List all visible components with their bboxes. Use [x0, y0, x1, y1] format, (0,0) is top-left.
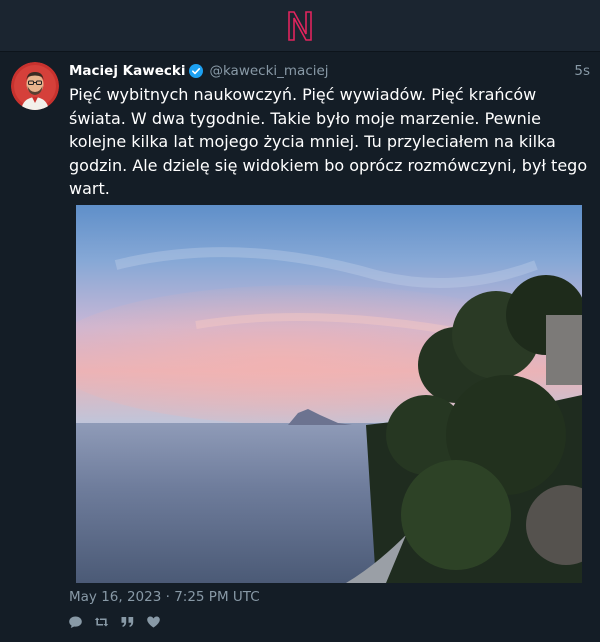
retweet-icon[interactable] — [94, 615, 109, 629]
tweet-text: Pięć wybitnych naukowczyń. Pięć wywiadów… — [69, 85, 588, 198]
top-bar — [0, 0, 600, 52]
tweet-photo[interactable] — [76, 205, 582, 583]
author-handle[interactable]: @kawecki_maciej — [209, 63, 328, 79]
tweet-actions — [68, 615, 161, 629]
verified-badge-icon — [189, 64, 204, 78]
like-icon[interactable] — [146, 615, 161, 629]
quote-icon[interactable] — [120, 615, 135, 629]
avatar[interactable] — [11, 62, 59, 110]
tweet-header: Maciej Kawecki @kawecki_maciej 5s — [69, 61, 590, 81]
reply-icon[interactable] — [68, 615, 83, 629]
author-name[interactable]: Maciej Kawecki — [69, 63, 185, 79]
relative-time[interactable]: 5s — [574, 63, 590, 79]
n-logo-icon[interactable] — [286, 10, 314, 42]
tweet-timestamp[interactable]: May 16, 2023 · 7:25 PM UTC — [69, 589, 260, 605]
